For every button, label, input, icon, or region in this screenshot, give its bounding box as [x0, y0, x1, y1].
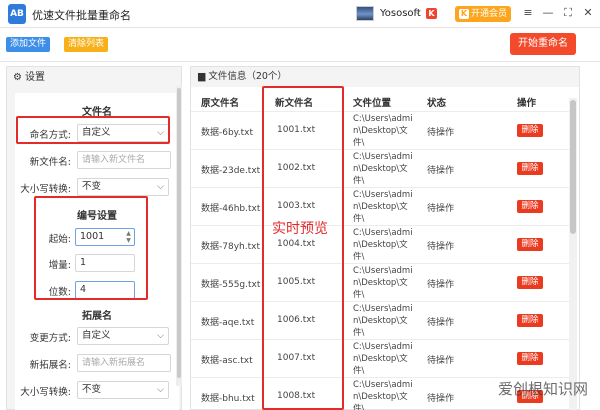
- close-icon[interactable]: ✕: [580, 5, 596, 21]
- delete-button[interactable]: 删除: [517, 162, 543, 175]
- chevron-down-icon: ⌵: [157, 182, 164, 192]
- gear-icon: ⚙: [13, 72, 22, 83]
- file-icon: ▆: [198, 71, 209, 82]
- app-title: 优速文件批量重命名: [32, 9, 131, 22]
- original-filename: 数据-23de.txt: [201, 166, 261, 176]
- clear-list-button[interactable]: 清除列表: [64, 37, 109, 52]
- settings-title: 设置: [24, 72, 45, 83]
- extension-section-title: 拓展名: [82, 311, 112, 322]
- delete-button[interactable]: 删除: [517, 200, 543, 213]
- original-filename: 数据-aqe.txt: [201, 318, 255, 328]
- ext-case-label: 大小写转换:: [20, 387, 71, 398]
- vip-k-icon: K: [459, 9, 469, 19]
- table-row[interactable]: 数据-23de.txt 1002.txt C:\Users\admin\Desk…: [191, 149, 571, 187]
- file-list-header: ▆ 文件信息（20个）: [191, 67, 579, 87]
- open-vip-button[interactable]: K 开通会员: [455, 6, 511, 22]
- file-status: 待操作: [427, 128, 455, 138]
- file-location: C:\Users\admin\Desktop\文件\: [353, 114, 413, 148]
- table-row[interactable]: 数据-asc.txt 1007.txt C:\Users\admin\Deskt…: [191, 339, 571, 377]
- scrollbar-thumb[interactable]: [177, 88, 181, 378]
- file-count: 文件信息（20个）: [208, 71, 287, 82]
- original-filename: 数据-46hb.txt: [201, 204, 261, 214]
- delete-button[interactable]: 删除: [517, 314, 543, 327]
- watermark: 爱创根知识网: [498, 380, 589, 398]
- file-status: 待操作: [427, 242, 455, 252]
- file-location: C:\Users\admin\Desktop\文件\: [353, 304, 413, 338]
- case-label: 大小写转换:: [20, 184, 71, 195]
- maximize-icon[interactable]: ⛶: [560, 5, 576, 21]
- open-vip-label: 开通会员: [471, 9, 508, 19]
- file-location: C:\Users\admin\Desktop\文件\: [353, 228, 413, 262]
- add-file-button[interactable]: 添加文件: [6, 37, 51, 52]
- start-rename-button[interactable]: 开始重命名: [510, 33, 576, 55]
- menu-icon[interactable]: ≡: [520, 5, 536, 21]
- original-filename: 数据-555g.txt: [201, 280, 261, 290]
- file-location: C:\Users\admin\Desktop\文件\: [353, 380, 413, 410]
- new-ext-input[interactable]: 请输入新拓展名: [77, 354, 171, 372]
- chevron-down-icon: ⌵: [157, 331, 164, 341]
- file-status: 待操作: [427, 204, 455, 214]
- annotation-highlight: [262, 86, 344, 410]
- file-location: C:\Users\admin\Desktop\文件\: [353, 190, 413, 224]
- change-mode-label: 变更方式:: [29, 333, 71, 344]
- table-row[interactable]: 数据-aqe.txt 1006.txt C:\Users\admin\Deskt…: [191, 301, 571, 339]
- ext-case-value: 不变: [82, 384, 102, 395]
- delete-button[interactable]: 删除: [517, 276, 543, 289]
- file-status: 待操作: [427, 356, 455, 366]
- case-value: 不变: [82, 181, 102, 192]
- column-header: 原文件名: [201, 98, 240, 109]
- file-location: C:\Users\admin\Desktop\文件\: [353, 152, 413, 186]
- delete-button[interactable]: 删除: [517, 352, 543, 365]
- file-list-panel: ▆ 文件信息（20个） 原文件名 新文件名 文件位置 状态 操作 数据-6by.…: [190, 66, 580, 410]
- file-status: 待操作: [427, 280, 455, 290]
- delete-button[interactable]: 删除: [517, 238, 543, 251]
- table-row[interactable]: 数据-46hb.txt 1003.txt C:\Users\admin\Desk…: [191, 187, 571, 225]
- chevron-down-icon: ⌵: [157, 385, 164, 395]
- change-mode-value: 自定义: [82, 330, 111, 341]
- file-status: 待操作: [427, 394, 455, 404]
- original-filename: 数据-bhu.txt: [201, 394, 255, 404]
- column-header: 状态: [427, 98, 447, 109]
- annotation-highlight: [16, 116, 170, 144]
- new-name-input[interactable]: 请输入新文件名: [77, 151, 171, 169]
- original-filename: 数据-78yh.txt: [201, 242, 260, 252]
- original-filename: 数据-6by.txt: [201, 128, 253, 138]
- file-list-scrollbar[interactable]: [569, 98, 577, 410]
- settings-scrollbar[interactable]: [176, 86, 182, 386]
- app-logo-icon: AB: [8, 4, 26, 24]
- table-row[interactable]: 数据-78yh.txt 1004.txt C:\Users\admin\Desk…: [191, 225, 571, 263]
- original-filename: 数据-asc.txt: [201, 356, 253, 366]
- settings-header: ⚙ 设置: [7, 67, 181, 89]
- case-select[interactable]: 不变 ⌵: [77, 178, 169, 196]
- vip-k-icon: K: [426, 8, 437, 19]
- new-ext-label: 新拓展名:: [29, 360, 71, 371]
- minimize-icon[interactable]: —: [540, 5, 556, 21]
- file-status: 待操作: [427, 318, 455, 328]
- table-row[interactable]: 数据-555g.txt 1005.txt C:\Users\admin\Desk…: [191, 263, 571, 301]
- annotation-highlight: [34, 196, 148, 300]
- file-location: C:\Users\admin\Desktop\文件\: [353, 266, 413, 300]
- change-mode-select[interactable]: 自定义 ⌵: [77, 327, 169, 345]
- scrollbar-thumb[interactable]: [570, 100, 576, 234]
- preview-annotation: 实时预览: [272, 221, 328, 237]
- chevron-down-icon[interactable]: ⌵: [414, 7, 421, 17]
- file-status: 待操作: [427, 166, 455, 176]
- ext-case-select[interactable]: 不变 ⌵: [77, 381, 169, 399]
- column-header: 文件位置: [353, 98, 392, 109]
- file-location: C:\Users\admin\Desktop\文件\: [353, 342, 413, 376]
- new-name-label: 新文件名:: [29, 157, 71, 168]
- column-header: 操作: [517, 98, 537, 109]
- delete-button[interactable]: 删除: [517, 124, 543, 137]
- toolbar: 添加文件 清除列表 开始重命名: [0, 28, 600, 62]
- user-avatar[interactable]: [356, 6, 374, 21]
- title-bar: AB 优速文件批量重命名 Yososoft ⌵ K K 开通会员 ≡ — ⛶ ✕: [0, 0, 600, 28]
- table-row[interactable]: 数据-6by.txt 1001.txt C:\Users\admin\Deskt…: [191, 111, 571, 149]
